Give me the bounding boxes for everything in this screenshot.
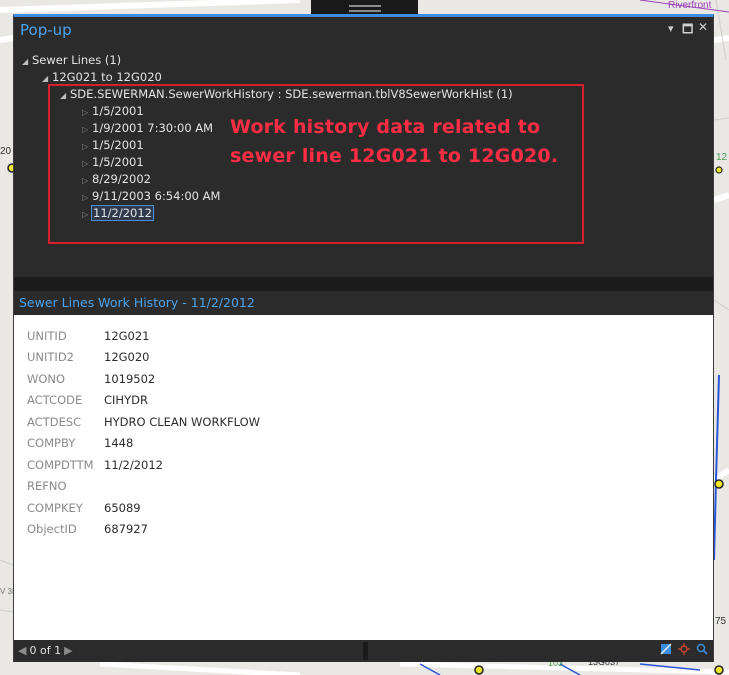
annotation-text: Work history data related to sewer line … — [230, 116, 559, 167]
details-title: Sewer Lines Work History - 11/2/2012 — [14, 291, 713, 315]
attribute-row: UNITID 12G021 — [27, 329, 150, 343]
next-icon[interactable]: ▶ — [64, 644, 72, 657]
attribute-key: ACTDESC — [27, 415, 82, 429]
attribute-row: ACTCODE CIHYDR — [27, 393, 148, 407]
dropdown-icon[interactable]: ▾ — [668, 22, 674, 35]
attribute-value: 11/2/2012 — [104, 458, 163, 472]
attribute-row: ObjectID 687927 — [27, 522, 148, 536]
close-icon[interactable]: ✕ — [698, 20, 708, 34]
zoom-to-icon[interactable] — [660, 643, 672, 658]
attribute-key: COMPBY — [27, 436, 76, 450]
popup-titlebar[interactable]: Pop-up ▾ 🗖 ✕ — [14, 17, 713, 45]
attribute-value: 12G021 — [104, 329, 150, 343]
popup-footer: ◀ 0 of 1 ▶ — [14, 640, 713, 662]
attribute-row: WONO 1019502 — [27, 372, 155, 386]
map-label-20: 20 — [0, 146, 12, 157]
maximize-icon[interactable]: 🗖 — [682, 20, 693, 41]
map-label-riverfront: Riverfront — [668, 0, 712, 11]
caret-down-icon[interactable]: ◢ — [22, 57, 32, 66]
attribute-value: 65089 — [104, 501, 141, 515]
pager-text: 0 of 1 — [29, 644, 62, 657]
attribute-row: COMPBY 1448 — [27, 436, 133, 450]
pager: ◀ 0 of 1 ▶ — [18, 644, 76, 657]
grip-line — [349, 5, 381, 7]
attribute-key: UNITID — [27, 329, 67, 343]
map-label-12: 12 — [716, 152, 728, 163]
attribute-key: ObjectID — [27, 522, 77, 536]
previous-icon[interactable]: ◀ — [18, 644, 26, 657]
attribute-value: CIHYDR — [104, 393, 148, 407]
attribute-key: COMPDTTM — [27, 458, 94, 472]
zoom-icon[interactable] — [696, 643, 708, 658]
caret-down-icon[interactable]: ◢ — [42, 74, 52, 83]
map-label-75: 75 — [715, 616, 727, 627]
tree-node-feature[interactable]: ◢ 12G021 to 12G020 — [42, 70, 162, 84]
attribute-value: 1448 — [104, 436, 134, 450]
popup-window: Pop-up ▾ 🗖 ✕ ◢ Sewer Lines (1) ◢ 12G021 to… — [13, 14, 714, 662]
attribute-row: COMPDTTM 11/2/2012 — [27, 458, 163, 472]
pane-splitter[interactable] — [14, 277, 713, 291]
footer-divider — [363, 642, 368, 660]
flash-icon[interactable] — [678, 643, 690, 658]
grip-line — [349, 10, 381, 12]
popup-title: Pop-up — [20, 21, 72, 39]
attribute-row: REFNO — [27, 479, 104, 493]
attribute-row: COMPKEY 65089 — [27, 501, 141, 515]
attribute-key: ACTCODE — [27, 393, 83, 407]
attribute-value: 12G020 — [104, 350, 150, 364]
tree-node-layer[interactable]: ◢ Sewer Lines (1) — [22, 53, 121, 67]
attribute-key: REFNO — [27, 479, 67, 493]
attribute-key: COMPKEY — [27, 501, 83, 515]
attribute-key: WONO — [27, 372, 66, 386]
attribute-value: HYDRO CLEAN WORKFLOW — [104, 415, 261, 429]
attribute-value: 687927 — [104, 522, 148, 536]
attribute-value: 1019502 — [104, 372, 156, 386]
attribute-row: UNITID2 12G020 — [27, 350, 150, 364]
attributes-panel: UNITID 12G021 UNITID2 12G020 WONO 1019502 A… — [14, 315, 713, 640]
attribute-row: ACTDESC HYDRO CLEAN WORKFLOW — [27, 415, 260, 429]
attribute-key: UNITID2 — [27, 350, 74, 364]
